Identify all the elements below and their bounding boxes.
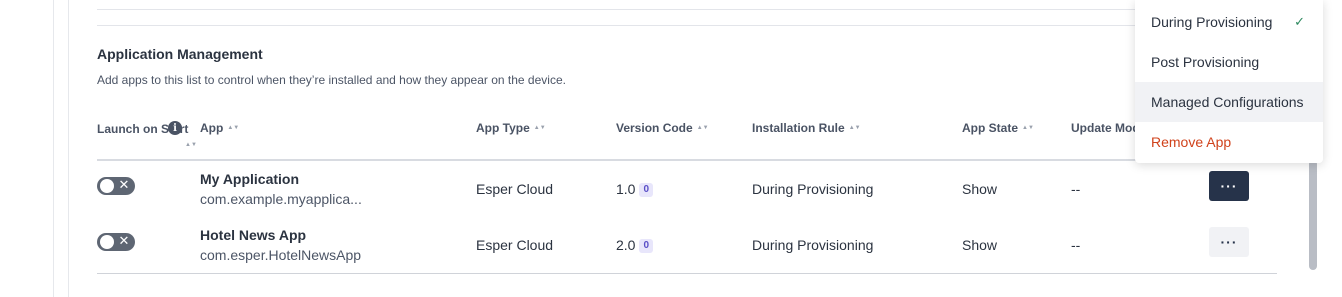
- menu-item-managed-configurations[interactable]: Managed Configurations: [1135, 82, 1323, 122]
- update-mode: --: [1071, 237, 1081, 253]
- info-icon[interactable]: i: [168, 121, 182, 135]
- menu-item-label: During Provisioning: [1151, 14, 1273, 30]
- left-rail: [0, 0, 54, 297]
- scrollbar[interactable]: [1309, 160, 1317, 270]
- version-value: 2.0: [616, 237, 636, 253]
- checkmark-icon: ✓: [1294, 14, 1305, 29]
- sort-icon: ▲▼: [848, 124, 861, 131]
- table-header-divider: [97, 159, 1277, 161]
- column-header-version-code[interactable]: Version Code ▲▼: [616, 121, 709, 135]
- column-header-installation-rule[interactable]: Installation Rule ▲▼: [752, 121, 861, 135]
- app-type: Esper Cloud: [476, 181, 554, 197]
- version-value: 1.0: [616, 181, 636, 197]
- sort-icon: ▲▼: [1022, 124, 1034, 131]
- menu-item-remove-app[interactable]: Remove App: [1135, 122, 1323, 162]
- app-state: Show: [962, 237, 998, 253]
- app-package: com.example.myapplica...: [200, 191, 362, 207]
- sort-icon: ▲▼: [533, 124, 546, 131]
- sort-icon: ▲▼: [227, 124, 240, 131]
- app-package: com.esper.HotelNewsApp: [200, 247, 362, 263]
- version-code: 2.0 0: [616, 237, 654, 254]
- sort-icon: ▲▼: [696, 124, 709, 131]
- column-header-label: Update Mod: [1071, 121, 1140, 135]
- section-title: Application Management: [97, 46, 263, 62]
- launch-on-start-toggle[interactable]: ✕: [97, 233, 135, 251]
- actions-dropdown-menu: During Provisioning ✓ Post Provisioning …: [1135, 0, 1323, 163]
- version-badge: 0: [639, 239, 654, 254]
- column-header-label: Installation Rule: [752, 121, 845, 135]
- divider: [97, 25, 1137, 26]
- app-type: Esper Cloud: [476, 237, 554, 253]
- column-header-app-type[interactable]: App Type ▲▼: [476, 121, 546, 135]
- installation-rule: During Provisioning: [752, 181, 874, 197]
- table-bottom-divider: [97, 273, 1277, 274]
- app-name[interactable]: Hotel News App: [200, 227, 306, 243]
- update-mode: --: [1071, 181, 1081, 197]
- app-state: Show: [962, 181, 998, 197]
- close-icon: ✕: [118, 234, 130, 249]
- column-header-label: App: [200, 121, 224, 135]
- more-actions-button[interactable]: ···: [1209, 171, 1249, 201]
- column-header-launch-on-start[interactable]: Launch on Start: [97, 121, 188, 138]
- version-badge: 0: [639, 183, 654, 198]
- column-header-app[interactable]: App ▲▼: [200, 121, 239, 135]
- toggle-knob: [100, 179, 114, 193]
- column-header-label: App Type: [476, 121, 530, 135]
- sort-icon[interactable]: ▲▼: [185, 142, 197, 148]
- close-icon: ✕: [118, 178, 130, 193]
- column-header-label: Version Code: [616, 121, 693, 135]
- column-header-update-mode[interactable]: Update Mod: [1071, 121, 1140, 135]
- divider: [97, 9, 1137, 10]
- menu-item-during-provisioning[interactable]: During Provisioning ✓: [1135, 2, 1323, 42]
- column-header-app-state[interactable]: App State ▲▼: [962, 121, 1034, 135]
- toggle-knob: [100, 235, 114, 249]
- column-header-label: App State: [962, 121, 1019, 135]
- app-name[interactable]: My Application: [200, 171, 299, 187]
- installation-rule: During Provisioning: [752, 237, 874, 253]
- section-description: Add apps to this list to control when th…: [97, 73, 566, 87]
- menu-item-post-provisioning[interactable]: Post Provisioning: [1135, 42, 1323, 82]
- version-code: 1.0 0: [616, 181, 654, 198]
- more-actions-button[interactable]: ···: [1209, 227, 1249, 257]
- launch-on-start-toggle[interactable]: ✕: [97, 177, 135, 195]
